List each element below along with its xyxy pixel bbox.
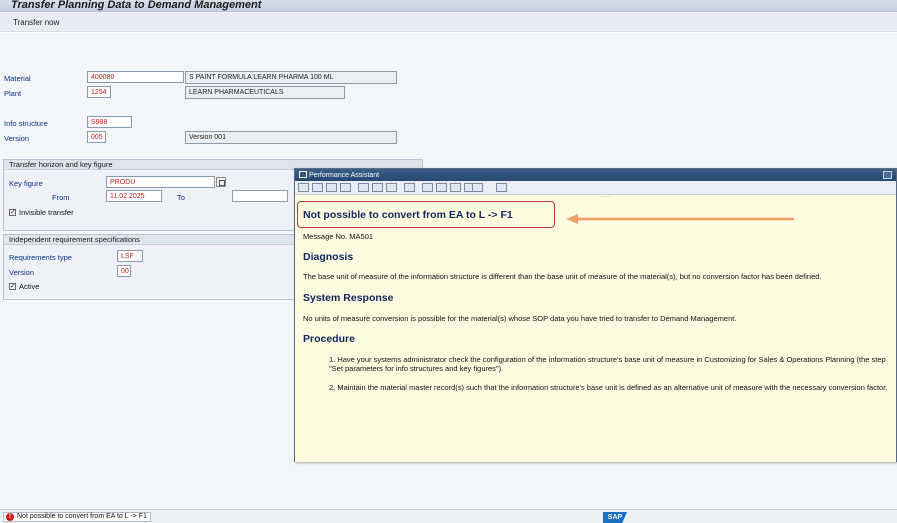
- message-number: Message No. MA501: [303, 232, 374, 241]
- info-structure-label: Info structure: [4, 119, 48, 128]
- folder-icon[interactable]: [404, 183, 415, 192]
- home-icon[interactable]: [326, 183, 337, 192]
- sap-logo: SAP: [603, 512, 627, 523]
- message-title: Not possible to convert from EA to L -> …: [303, 209, 513, 221]
- transfer-now-button[interactable]: Transfer now: [13, 18, 59, 27]
- material-description: S PAINT FORMULA LEARN PHARMA 100 ML: [185, 71, 397, 84]
- indep-version-input[interactable]: 00: [117, 265, 131, 277]
- diagnosis-heading: Diagnosis: [303, 251, 354, 263]
- minimize-icon[interactable]: [883, 171, 892, 179]
- link-icon[interactable]: [340, 183, 351, 192]
- plant-description: LEARN PHARMACEUTICALS: [185, 86, 345, 99]
- from-date-input[interactable]: 11.02.2025: [106, 190, 162, 202]
- plant-label: Plant: [4, 89, 22, 98]
- tools-icon[interactable]: [372, 183, 383, 192]
- forward-icon[interactable]: [312, 183, 323, 192]
- edit-icon[interactable]: [358, 183, 369, 192]
- key-figure-label: Key figure: [9, 179, 43, 188]
- version-input[interactable]: 005: [87, 131, 106, 143]
- system-response-heading: System Response: [303, 292, 394, 304]
- performance-assistant-title: Performance Assistant: [309, 172, 380, 179]
- annotation-arrow: [566, 214, 794, 224]
- help-window-icon: [299, 171, 307, 178]
- version-label: Version: [4, 134, 30, 143]
- requirements-type-label: Requirements type: [9, 253, 72, 262]
- error-icon: !: [6, 513, 14, 521]
- version-description: Version 001: [185, 131, 397, 144]
- performance-assistant-titlebar[interactable]: Performance Assistant: [295, 169, 896, 181]
- invisible-transfer-label: Invisible transfer: [19, 208, 74, 217]
- table-icon[interactable]: [422, 183, 433, 192]
- status-bar: ! Not possible to convert from EA to L -…: [0, 509, 897, 523]
- to-date-input[interactable]: [232, 190, 288, 202]
- performance-assistant-window: Performance Assistant Not possible to co…: [294, 168, 897, 462]
- material-input[interactable]: 400080: [87, 71, 184, 83]
- status-message-text: Not possible to convert from EA to L -> …: [17, 513, 147, 520]
- key-figure-input[interactable]: PRODU: [106, 176, 215, 188]
- application-toolbar: Transfer now: [0, 12, 897, 32]
- active-label: Active: [19, 282, 40, 291]
- procedure-heading: Procedure: [303, 333, 355, 345]
- info-structure-input[interactable]: S988: [87, 116, 132, 128]
- requirements-type-input[interactable]: LSF: [117, 250, 143, 262]
- system-response-text: No units of measure conversion is possib…: [303, 314, 737, 323]
- to-label: To: [177, 193, 185, 202]
- print-icon[interactable]: [472, 183, 483, 192]
- from-label: From: [52, 193, 70, 202]
- material-label: Material: [4, 74, 31, 83]
- invisible-transfer-checkbox[interactable]: ✓: [9, 209, 16, 216]
- close-icon[interactable]: [496, 183, 507, 192]
- indep-version-label: Version: [9, 268, 35, 277]
- diagnosis-text: The base unit of measure of the informat…: [303, 272, 822, 281]
- toolbar-separator: .....: [599, 193, 613, 199]
- performance-assistant-toolbar: [295, 181, 896, 195]
- settings-icon[interactable]: [386, 183, 397, 192]
- back-icon[interactable]: [298, 183, 309, 192]
- performance-assistant-content: Not possible to convert from EA to L -> …: [295, 196, 896, 462]
- bookmark-icon[interactable]: [450, 183, 461, 192]
- window-title: Transfer Planning Data to Demand Managem…: [11, 0, 262, 11]
- comment-icon[interactable]: [436, 183, 447, 192]
- procedure-step-1: 1. Have your systems administrator check…: [329, 355, 886, 373]
- plant-input[interactable]: 1254: [87, 86, 111, 98]
- active-checkbox[interactable]: ✓: [9, 283, 16, 290]
- status-message[interactable]: ! Not possible to convert from EA to L -…: [3, 512, 151, 522]
- title-bar: Transfer Planning Data to Demand Managem…: [0, 0, 897, 12]
- procedure-step-2: 2. Maintain the material master record(s…: [329, 383, 888, 392]
- key-figure-search-help-icon[interactable]: [216, 177, 226, 187]
